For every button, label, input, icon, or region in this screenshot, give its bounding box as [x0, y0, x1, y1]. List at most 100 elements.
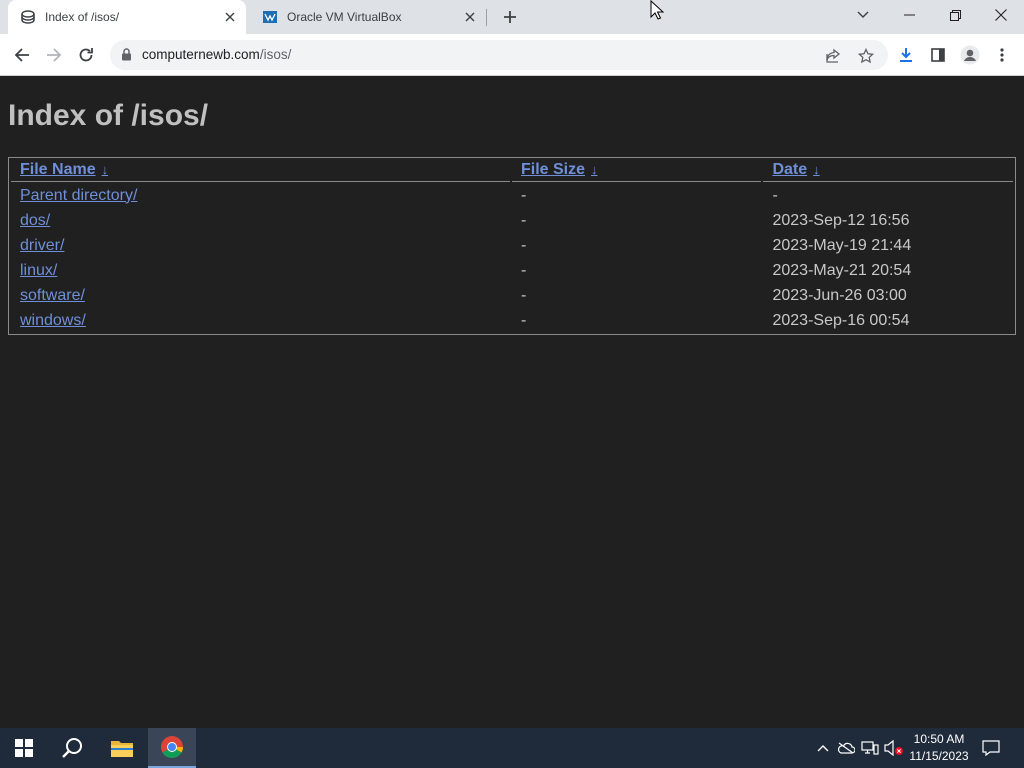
sort-arrow-icon[interactable]: ↓: [591, 162, 598, 177]
column-label: Date: [772, 161, 808, 178]
show-hidden-icons-button[interactable]: [813, 738, 833, 758]
bookmark-star-icon[interactable]: [856, 46, 876, 66]
address-url[interactable]: computernewb.com/isos/: [142, 47, 291, 62]
sort-arrow-icon[interactable]: ↓: [813, 162, 820, 177]
tab-search-button[interactable]: [840, 0, 886, 30]
folder-link-driver[interactable]: driver/: [20, 237, 64, 254]
column-header-file-name: File Name ↓: [11, 160, 510, 182]
file-name-cell: windows/: [11, 309, 510, 332]
restore-button[interactable]: [932, 0, 978, 30]
table-row: driver/ - 2023-May-19 21:44: [11, 234, 1013, 257]
download-icon: [900, 48, 912, 62]
file-size-cell: -: [520, 186, 527, 204]
file-name-cell: software/: [11, 284, 510, 307]
onedrive-icon[interactable]: [836, 738, 856, 758]
windows-logo-icon: [15, 739, 33, 757]
table-row: software/ - 2023-Jun-26 03:00: [11, 284, 1013, 307]
column-header-file-size: File Size ↓: [511, 160, 762, 182]
notification-icon: [982, 740, 1000, 756]
notification-center-button[interactable]: [981, 738, 1001, 758]
browser-toolbar: computernewb.com/isos/: [0, 34, 1024, 76]
menu-button[interactable]: [988, 41, 1016, 69]
start-button[interactable]: [0, 728, 48, 768]
chevron-up-icon: [817, 745, 829, 752]
file-name-cell: driver/: [11, 234, 510, 257]
directory-listing-table: File Name ↓ File Size ↓ Date ↓ Parent direc…: [8, 157, 1016, 335]
tab-title: Index of /isos/: [45, 10, 120, 24]
close-icon[interactable]: [462, 9, 478, 25]
table-row: dos/ - 2023-Sep-12 16:56: [11, 209, 1013, 232]
file-explorer-button[interactable]: [98, 728, 146, 768]
lock-icon[interactable]: [121, 48, 132, 66]
chrome-taskbar-button[interactable]: [148, 728, 196, 768]
sort-file-size-link[interactable]: File Size: [521, 161, 585, 178]
column-label: File Size: [520, 161, 585, 178]
sort-date-link[interactable]: Date: [772, 161, 807, 178]
volume-muted-icon[interactable]: [884, 738, 904, 758]
tab-index-of-isos[interactable]: Index of /isos/: [8, 0, 246, 34]
tab-oracle-vm-virtualbox[interactable]: Oracle VM VirtualBox: [250, 0, 486, 34]
folder-link-linux[interactable]: linux/: [20, 262, 57, 279]
new-tab-button[interactable]: [498, 5, 522, 29]
network-icon[interactable]: [860, 738, 880, 758]
file-size-cell: -: [520, 311, 527, 329]
reload-icon: [79, 48, 93, 62]
more-vertical-icon: [1000, 48, 1004, 62]
profile-avatar-icon: [960, 45, 980, 65]
table-row: Parent directory/ - -: [11, 184, 1013, 207]
search-icon: [62, 738, 82, 758]
page-title: Index of /isos/: [8, 99, 209, 132]
downloads-button[interactable]: [892, 41, 920, 69]
close-icon[interactable]: [222, 9, 238, 25]
plus-icon: [504, 11, 516, 23]
forward-button[interactable]: [40, 41, 68, 69]
side-panel-button[interactable]: [924, 41, 952, 69]
reload-button[interactable]: [72, 41, 100, 69]
url-path: /isos/: [259, 47, 292, 62]
file-name-cell: linux/: [11, 259, 510, 282]
profile-button[interactable]: [956, 41, 984, 69]
date-cell: 2023-May-19 21:44: [772, 236, 912, 254]
side-panel-icon: [931, 48, 945, 62]
date-cell: -: [772, 186, 778, 204]
sort-file-name-link[interactable]: File Name: [20, 161, 96, 178]
date-cell: 2023-May-21 20:54: [772, 261, 912, 279]
column-label: File Name: [20, 161, 96, 178]
tab-title: Oracle VM VirtualBox: [287, 10, 402, 24]
date-cell: 2023-Sep-16 00:54: [772, 311, 910, 329]
file-size-cell: -: [520, 261, 527, 279]
folder-link-dos[interactable]: dos/: [20, 212, 50, 229]
close-icon: [995, 9, 1007, 21]
minimize-button[interactable]: [886, 0, 932, 30]
file-name-cell: Parent directory/: [11, 184, 510, 207]
back-button[interactable]: [8, 41, 36, 69]
page-content: Index of /isos/ File Name ↓ File Size ↓ Da…: [0, 77, 1024, 728]
mouse-cursor-icon: [650, 0, 665, 25]
sort-arrow-icon[interactable]: ↓: [102, 162, 109, 177]
close-window-button[interactable]: [978, 0, 1024, 30]
tab-strip: Index of /isos/ Oracle VM VirtualBox: [0, 0, 1024, 34]
folder-link-software[interactable]: software/: [20, 287, 85, 304]
system-clock[interactable]: 10:50 AM 11/15/2023: [904, 731, 974, 765]
parent-directory-link[interactable]: Parent directory/: [20, 187, 137, 204]
file-name-cell: dos/: [11, 209, 510, 232]
windows-taskbar: 10:50 AM 11/15/2023: [0, 728, 1024, 768]
clock-date: 11/15/2023: [909, 749, 969, 763]
search-button[interactable]: [48, 728, 96, 768]
file-size-cell: -: [520, 286, 527, 304]
date-cell: 2023-Sep-12 16:56: [772, 211, 910, 229]
date-cell: 2023-Jun-26 03:00: [772, 286, 907, 304]
restore-icon: [949, 9, 961, 21]
file-size-cell: -: [520, 236, 527, 254]
share-icon[interactable]: [823, 46, 843, 66]
url-host: computernewb.com: [142, 47, 260, 62]
address-bar[interactable]: computernewb.com/isos/: [110, 40, 888, 70]
table-row: windows/ - 2023-Sep-16 00:54: [11, 309, 1013, 332]
chevron-down-icon: [857, 11, 869, 18]
table-header-row: File Name ↓ File Size ↓ Date ↓: [11, 160, 1013, 182]
file-size-cell: -: [520, 211, 527, 229]
arrow-right-icon: [47, 48, 62, 62]
column-header-date: Date ↓: [763, 160, 1013, 182]
folder-link-windows[interactable]: windows/: [20, 312, 86, 329]
clock-time: 10:50 AM: [913, 732, 965, 746]
